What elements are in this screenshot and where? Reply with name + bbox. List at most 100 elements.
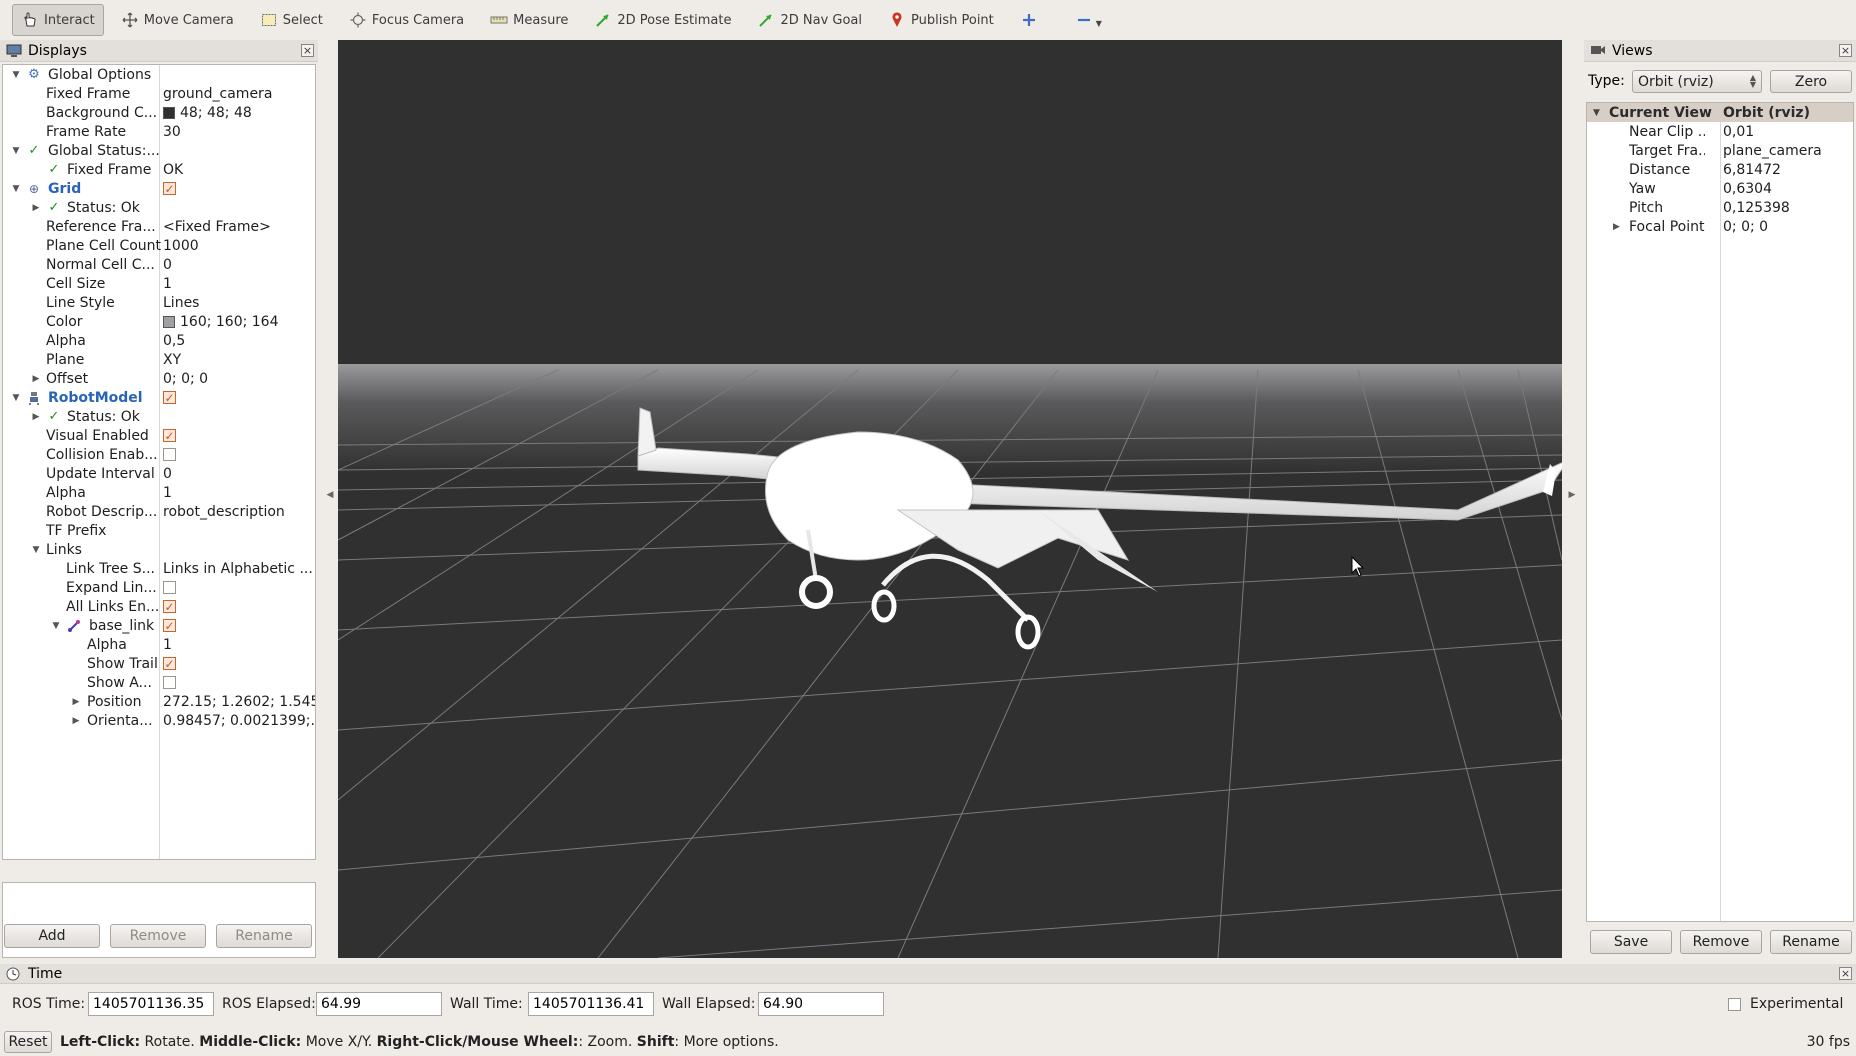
wall-elapsed-field[interactable]: 64.90 [758,992,884,1016]
tree-row-normal-cell-count[interactable]: Normal Cell C... 0 [3,255,315,274]
expand-arrow-icon[interactable]: ▼ [11,146,21,156]
tree-value[interactable]: <Fixed Frame> [163,219,271,235]
tree-row-show-axes[interactable]: Show A... [3,673,315,692]
expand-arrow-icon[interactable]: ▶ [71,697,81,707]
tree-value[interactable]: 1000 [163,238,199,254]
grid-enabled-checkbox[interactable] [163,182,176,195]
tree-row-link-tree-style[interactable]: Link Tree S... Links in Alphabetic ... [3,559,315,578]
expand-arrow-icon[interactable]: ▶ [31,374,41,384]
tree-value[interactable]: 30 [163,124,181,140]
tree-row-status-fixed-frame[interactable]: ✓ Fixed Frame OK [3,160,315,179]
ros-time-field[interactable]: 1405701136.35 [88,992,214,1016]
tree-row-update-interval[interactable]: Update Interval 0 [3,464,315,483]
tree-value[interactable] [163,182,176,195]
tree-value[interactable] [163,619,176,632]
tree-row-tf-prefix[interactable]: TF Prefix [3,521,315,540]
tree-row-links[interactable]: ▼ Links [3,540,315,559]
interact-tool-button[interactable]: Interact [12,4,104,36]
collision-enabled-checkbox[interactable] [163,448,176,461]
tree-value[interactable]: Lines [163,295,199,311]
rename-view-button[interactable]: Rename [1770,930,1852,954]
expand-links-checkbox[interactable] [163,581,176,594]
tree-value[interactable]: 1 [163,637,172,653]
tree-row-collision-enabled[interactable]: Collision Enab... [3,445,315,464]
show-axes-checkbox[interactable] [163,676,176,689]
tree-row-visual-enabled[interactable]: Visual Enabled [3,426,315,445]
tree-row-alpha[interactable]: Alpha 0,5 [3,331,315,350]
tree-row-plane[interactable]: Plane XY [3,350,315,369]
remove-view-button[interactable]: Remove [1680,930,1762,954]
view-row-near-clip[interactable]: Near Clip ... 0,01 [1587,122,1853,141]
expand-arrow-icon[interactable]: ▼ [51,621,61,631]
view-row-focal-point[interactable]: ▶ Focal Point 0; 0; 0 [1587,217,1853,236]
collapse-left-handle[interactable]: ◀ [326,490,334,500]
tree-row-robot-status[interactable]: ▶ ✓ Status: Ok [3,407,315,426]
tree-value[interactable] [163,448,176,461]
tree-row-robotmodel[interactable]: ▼ RobotModel [3,388,315,407]
view-value[interactable]: plane_camera [1723,143,1822,159]
color-swatch[interactable] [163,106,175,119]
view-row-distance[interactable]: Distance 6,81472 [1587,160,1853,179]
move-camera-tool-button[interactable]: Move Camera [112,4,243,36]
pose-estimate-tool-button[interactable]: 2D Pose Estimate [585,4,740,36]
expand-arrow-icon[interactable]: ▼ [11,70,21,80]
tree-value[interactable]: 1 [163,485,172,501]
tree-row-robot-description[interactable]: Robot Descrip... robot_description [3,502,315,521]
base-link-enabled-checkbox[interactable] [163,619,176,632]
render-viewport[interactable] [338,40,1562,958]
tree-row-plane-cell-count[interactable]: Plane Cell Count 1000 [3,236,315,255]
zero-button[interactable]: Zero [1770,70,1852,93]
tree-row-global-options[interactable]: ▼ ⚙ Global Options [3,65,315,84]
experimental-checkbox[interactable] [1728,998,1741,1011]
tree-row-robot-alpha[interactable]: Alpha 1 [3,483,315,502]
tree-row-offset[interactable]: ▶ Offset 0; 0; 0 [3,369,315,388]
tree-value[interactable] [163,581,176,594]
tree-value[interactable]: 0; 0; 0 [163,371,208,387]
expand-arrow-icon[interactable]: ▼ [11,184,21,194]
tree-row-show-trail[interactable]: Show Trail [3,654,315,673]
view-row-pitch[interactable]: Pitch 0,125398 [1587,198,1853,217]
add-tool-button[interactable] [1011,4,1052,36]
tree-value[interactable]: ground_camera [163,86,272,102]
tree-row-link-alpha[interactable]: Alpha 1 [3,635,315,654]
remove-tool-dropdown[interactable]: ▼ [1066,4,1111,36]
expand-arrow-icon[interactable]: ▶ [1613,222,1620,232]
tree-row-position[interactable]: ▶ Position 272.15; 1.2602; 1.5458 [3,692,315,711]
expand-arrow-icon[interactable]: ▶ [31,412,41,422]
expand-arrow-icon[interactable]: ▼ [1593,108,1600,118]
measure-tool-button[interactable]: Measure [481,4,577,36]
view-row-target-frame[interactable]: Target Fra... plane_camera [1587,141,1853,160]
tree-value[interactable] [163,657,176,670]
tree-row-background-color[interactable]: Background C... 48; 48; 48 [3,103,315,122]
expand-arrow-icon[interactable]: ▼ [31,545,41,555]
tree-row-reference-frame[interactable]: Reference Fra... <Fixed Frame> [3,217,315,236]
tree-row-orientation[interactable]: ▶ Orienta... 0.98457; 0.0021399;... [3,711,315,730]
tree-value[interactable]: XY [163,352,181,368]
tree-row-expand-links[interactable]: Expand Lin... [3,578,315,597]
tree-value[interactable]: Links in Alphabetic ... [163,561,313,577]
tree-value[interactable] [163,391,176,404]
all-links-enabled-checkbox[interactable] [163,600,176,613]
ros-elapsed-field[interactable]: 64.99 [316,992,442,1016]
tree-value[interactable]: 1 [163,276,172,292]
tree-row-fixed-frame[interactable]: Fixed Frame ground_camera [3,84,315,103]
wall-time-field[interactable]: 1405701136.41 [528,992,654,1016]
tree-value-color[interactable]: 160; 160; 164 [163,314,279,330]
publish-point-tool-button[interactable]: Publish Point [879,4,1003,36]
tree-value[interactable] [163,429,176,442]
tree-row-all-links-enabled[interactable]: All Links En... [3,597,315,616]
tree-row-base-link[interactable]: ▼ base_link [3,616,315,635]
tree-row-frame-rate[interactable]: Frame Rate 30 [3,122,315,141]
save-view-button[interactable]: Save [1590,930,1672,954]
tree-value[interactable] [163,600,176,613]
tree-value[interactable]: robot_description [163,504,285,520]
show-trail-checkbox[interactable] [163,657,176,670]
tree-value[interactable]: 0,5 [163,333,185,349]
select-tool-button[interactable]: Select [251,4,332,36]
view-type-select[interactable]: Orbit (rviz) ▲ ▼ [1632,70,1762,93]
collapse-right-handle[interactable]: ▶ [1568,490,1576,500]
view-value[interactable]: 0,6304 [1723,181,1772,197]
tree-row-color[interactable]: Color 160; 160; 164 [3,312,315,331]
nav-goal-tool-button[interactable]: 2D Nav Goal [748,4,871,36]
add-display-button[interactable]: Add [4,924,100,948]
